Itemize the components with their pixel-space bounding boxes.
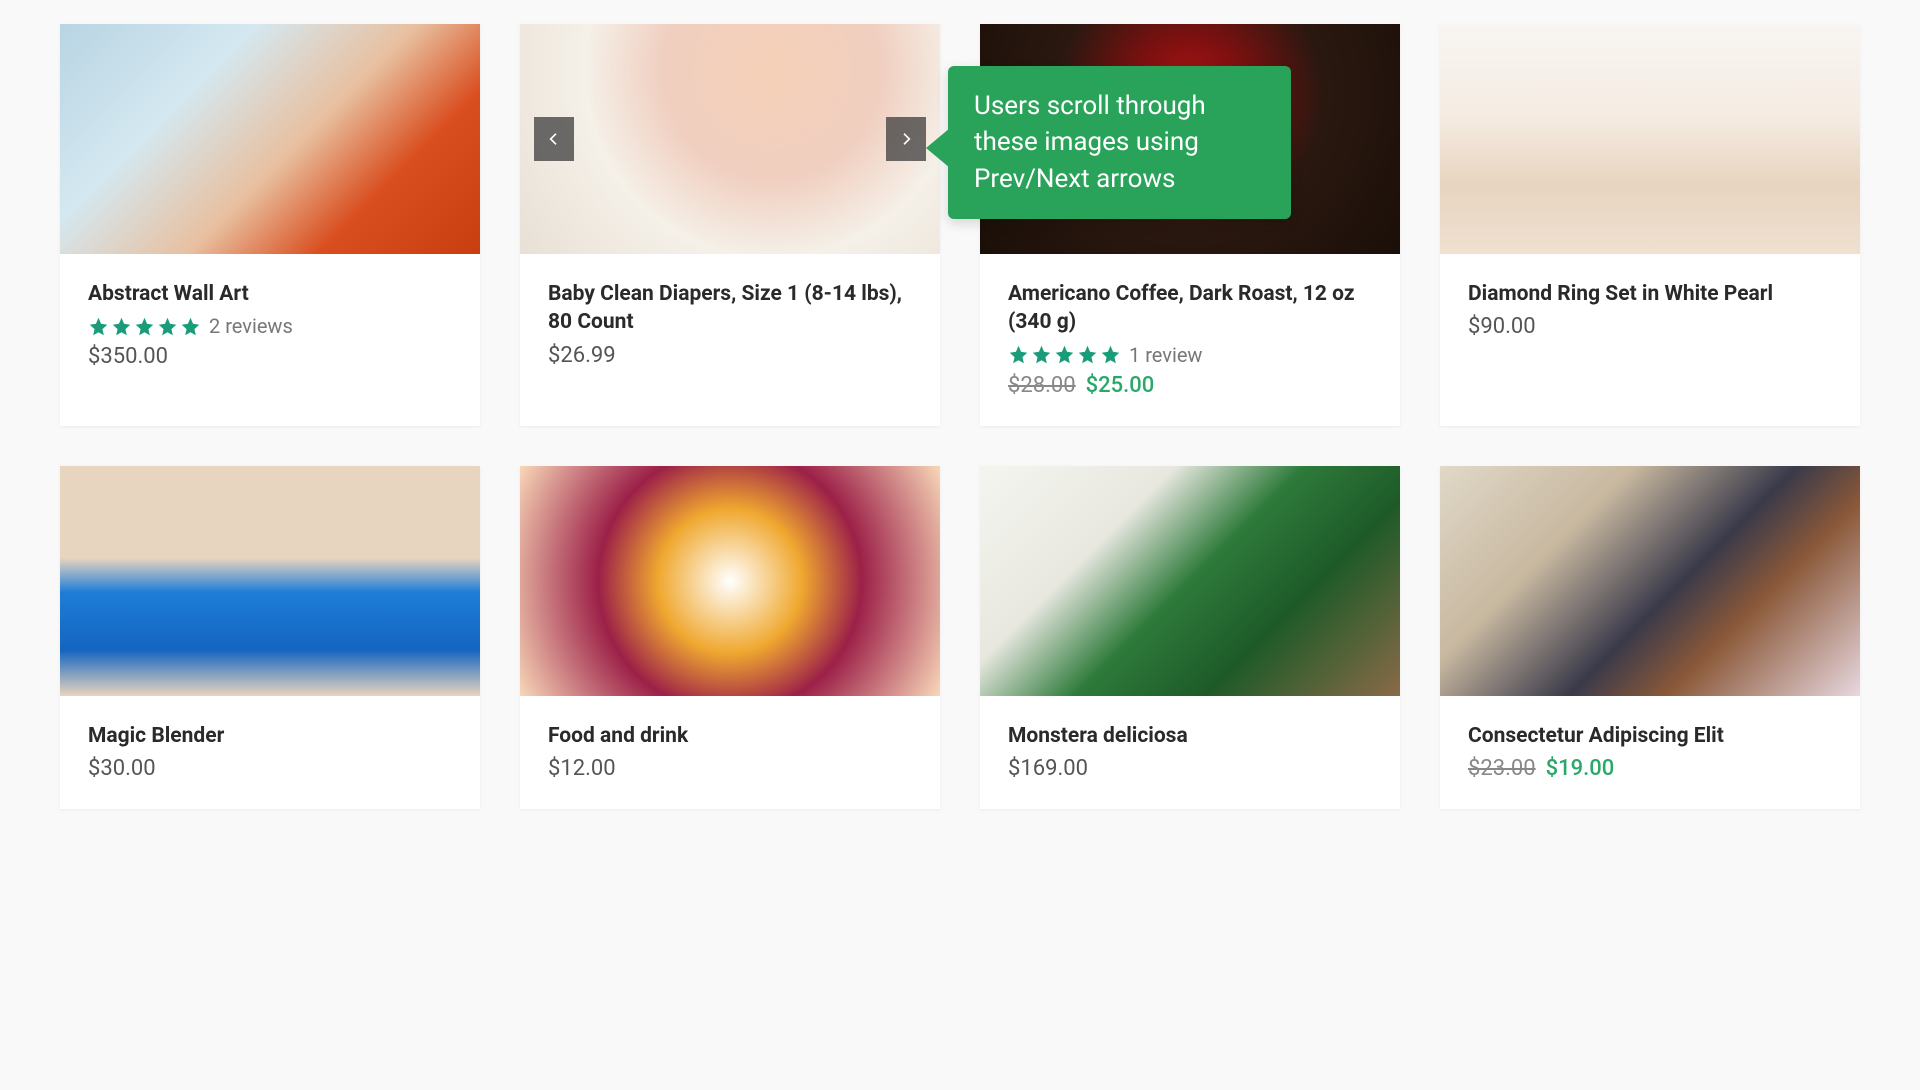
- price-row: $350.00: [88, 344, 452, 369]
- product-sale-price: $19.00: [1546, 756, 1615, 781]
- product-title[interactable]: Abstract Wall Art: [88, 280, 452, 308]
- rating-row: 1 review: [1008, 343, 1372, 367]
- product-price: $26.99: [548, 343, 616, 368]
- product-image[interactable]: [60, 24, 480, 254]
- product-info: Magic Blender $30.00: [60, 696, 480, 809]
- product-old-price: $23.00: [1468, 756, 1536, 781]
- star-icon: [180, 316, 201, 337]
- product-info: Abstract Wall Art 2 reviews $350.00: [60, 254, 480, 397]
- price-row: $28.00 $25.00: [1008, 373, 1372, 398]
- product-card[interactable]: Consectetur Adipiscing Elit $23.00 $19.0…: [1440, 466, 1860, 809]
- product-info: Consectetur Adipiscing Elit $23.00 $19.0…: [1440, 696, 1860, 809]
- product-title[interactable]: Diamond Ring Set in White Pearl: [1468, 280, 1832, 308]
- rating-row: 2 reviews: [88, 314, 452, 338]
- product-title[interactable]: Baby Clean Diapers, Size 1 (8-14 lbs), 8…: [548, 280, 912, 337]
- review-count[interactable]: 2 reviews: [209, 314, 293, 338]
- product-title[interactable]: Americano Coffee, Dark Roast, 12 oz (340…: [1008, 280, 1372, 337]
- star-icon: [88, 316, 109, 337]
- review-count[interactable]: 1 review: [1129, 343, 1202, 367]
- star-icon: [1054, 344, 1075, 365]
- product-price: $350.00: [88, 344, 168, 369]
- product-image[interactable]: [1440, 466, 1860, 696]
- star-icon: [1077, 344, 1098, 365]
- price-row: $26.99: [548, 343, 912, 368]
- product-title[interactable]: Magic Blender: [88, 722, 452, 750]
- product-image[interactable]: [520, 24, 940, 254]
- product-card[interactable]: Monstera deliciosa $169.00: [980, 466, 1400, 809]
- product-info: Food and drink $12.00: [520, 696, 940, 809]
- product-image[interactable]: [1440, 24, 1860, 254]
- product-image[interactable]: [520, 466, 940, 696]
- product-price: $12.00: [548, 756, 616, 781]
- star-icon: [111, 316, 132, 337]
- product-card[interactable]: Food and drink $12.00: [520, 466, 940, 809]
- price-row: $30.00: [88, 756, 452, 781]
- product-grid: Abstract Wall Art 2 reviews $350.00: [60, 24, 1860, 809]
- star-icon: [1100, 344, 1121, 365]
- star-icon: [1008, 344, 1029, 365]
- chevron-left-icon: [546, 128, 562, 150]
- annotation-tooltip: Users scroll through these images using …: [948, 66, 1291, 219]
- price-row: $169.00: [1008, 756, 1372, 781]
- star-icon: [134, 316, 155, 337]
- prev-arrow-button[interactable]: [534, 117, 574, 161]
- product-card[interactable]: Magic Blender $30.00: [60, 466, 480, 809]
- tooltip-text: Users scroll through these images using …: [974, 91, 1206, 194]
- next-arrow-button[interactable]: [886, 117, 926, 161]
- product-card[interactable]: Baby Clean Diapers, Size 1 (8-14 lbs), 8…: [520, 24, 940, 426]
- chevron-right-icon: [898, 128, 914, 150]
- product-card[interactable]: Abstract Wall Art 2 reviews $350.00: [60, 24, 480, 426]
- star-icon: [1031, 344, 1052, 365]
- product-title[interactable]: Food and drink: [548, 722, 912, 750]
- product-sale-price: $25.00: [1086, 373, 1155, 398]
- product-price: $30.00: [88, 756, 156, 781]
- product-info: Monstera deliciosa $169.00: [980, 696, 1400, 809]
- product-info: Diamond Ring Set in White Pearl $90.00: [1440, 254, 1860, 367]
- product-card[interactable]: Users scroll through these images using …: [980, 24, 1400, 426]
- product-old-price: $28.00: [1008, 373, 1076, 398]
- product-info: Baby Clean Diapers, Size 1 (8-14 lbs), 8…: [520, 254, 940, 396]
- price-row: $23.00 $19.00: [1468, 756, 1832, 781]
- product-price: $169.00: [1008, 756, 1088, 781]
- product-card[interactable]: Diamond Ring Set in White Pearl $90.00: [1440, 24, 1860, 426]
- product-title[interactable]: Monstera deliciosa: [1008, 722, 1372, 750]
- product-title[interactable]: Consectetur Adipiscing Elit: [1468, 722, 1832, 750]
- product-image[interactable]: [980, 466, 1400, 696]
- star-icon: [157, 316, 178, 337]
- product-price: $90.00: [1468, 314, 1536, 339]
- price-row: $90.00: [1468, 314, 1832, 339]
- price-row: $12.00: [548, 756, 912, 781]
- star-rating: [88, 316, 201, 337]
- star-rating: [1008, 344, 1121, 365]
- product-image[interactable]: [60, 466, 480, 696]
- product-info: Americano Coffee, Dark Roast, 12 oz (340…: [980, 254, 1400, 426]
